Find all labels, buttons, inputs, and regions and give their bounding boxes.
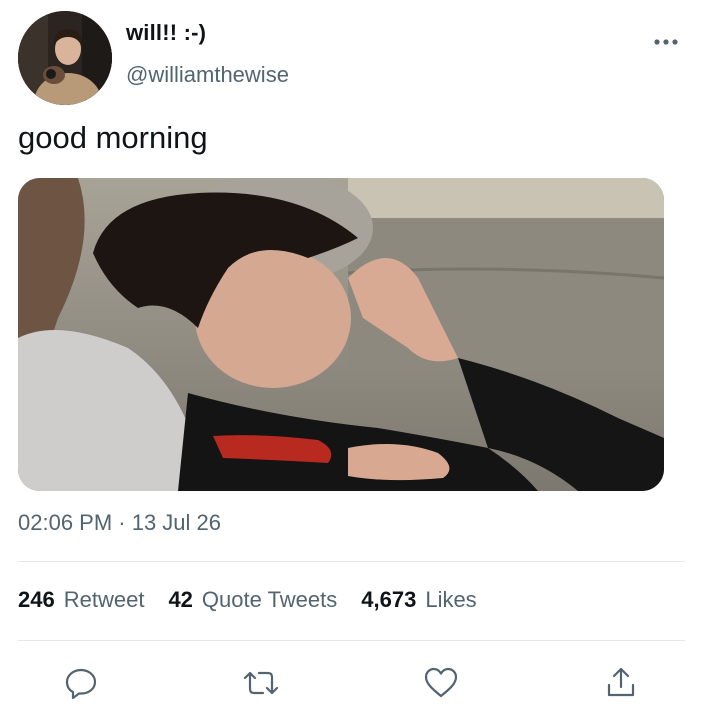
stat-label: Quote Tweets xyxy=(201,587,338,612)
tweet-media-image[interactable] xyxy=(18,178,664,491)
retweet-icon xyxy=(241,665,281,706)
share-icon xyxy=(603,665,639,706)
avatar[interactable] xyxy=(18,11,112,105)
reply-icon xyxy=(63,665,99,706)
display-name[interactable]: will!! :-) xyxy=(126,20,206,46)
reply-button[interactable] xyxy=(60,664,102,706)
stat-number: 246 xyxy=(18,587,55,612)
tweet-timestamp[interactable]: 02:06 PM · 13 Jul 26 xyxy=(18,510,221,536)
tweet-text: good morning xyxy=(18,120,208,155)
tweet-detail: will!! :-) @williamthewise good morning xyxy=(0,0,703,720)
engagement-stats: 246 Retweet 42 Quote Tweets 4,673 Likes xyxy=(18,587,501,613)
quote-tweet-count[interactable]: 42 Quote Tweets xyxy=(168,587,337,613)
stat-number: 4,673 xyxy=(361,587,417,612)
user-handle[interactable]: @williamthewise xyxy=(126,62,289,88)
tweet-actions-bar xyxy=(0,660,703,710)
more-options-icon[interactable] xyxy=(648,30,684,54)
retweet-count[interactable]: 246 Retweet xyxy=(18,587,144,613)
avatar-image xyxy=(18,11,112,105)
share-button[interactable] xyxy=(600,664,642,706)
stat-number: 42 xyxy=(168,587,193,612)
stat-label: Likes xyxy=(425,587,477,612)
stat-label: Retweet xyxy=(63,587,145,612)
divider xyxy=(18,640,685,641)
divider xyxy=(18,561,685,562)
like-count[interactable]: 4,673 Likes xyxy=(361,587,476,613)
like-button[interactable] xyxy=(420,664,462,706)
like-icon xyxy=(423,665,459,706)
retweet-button[interactable] xyxy=(240,664,282,706)
